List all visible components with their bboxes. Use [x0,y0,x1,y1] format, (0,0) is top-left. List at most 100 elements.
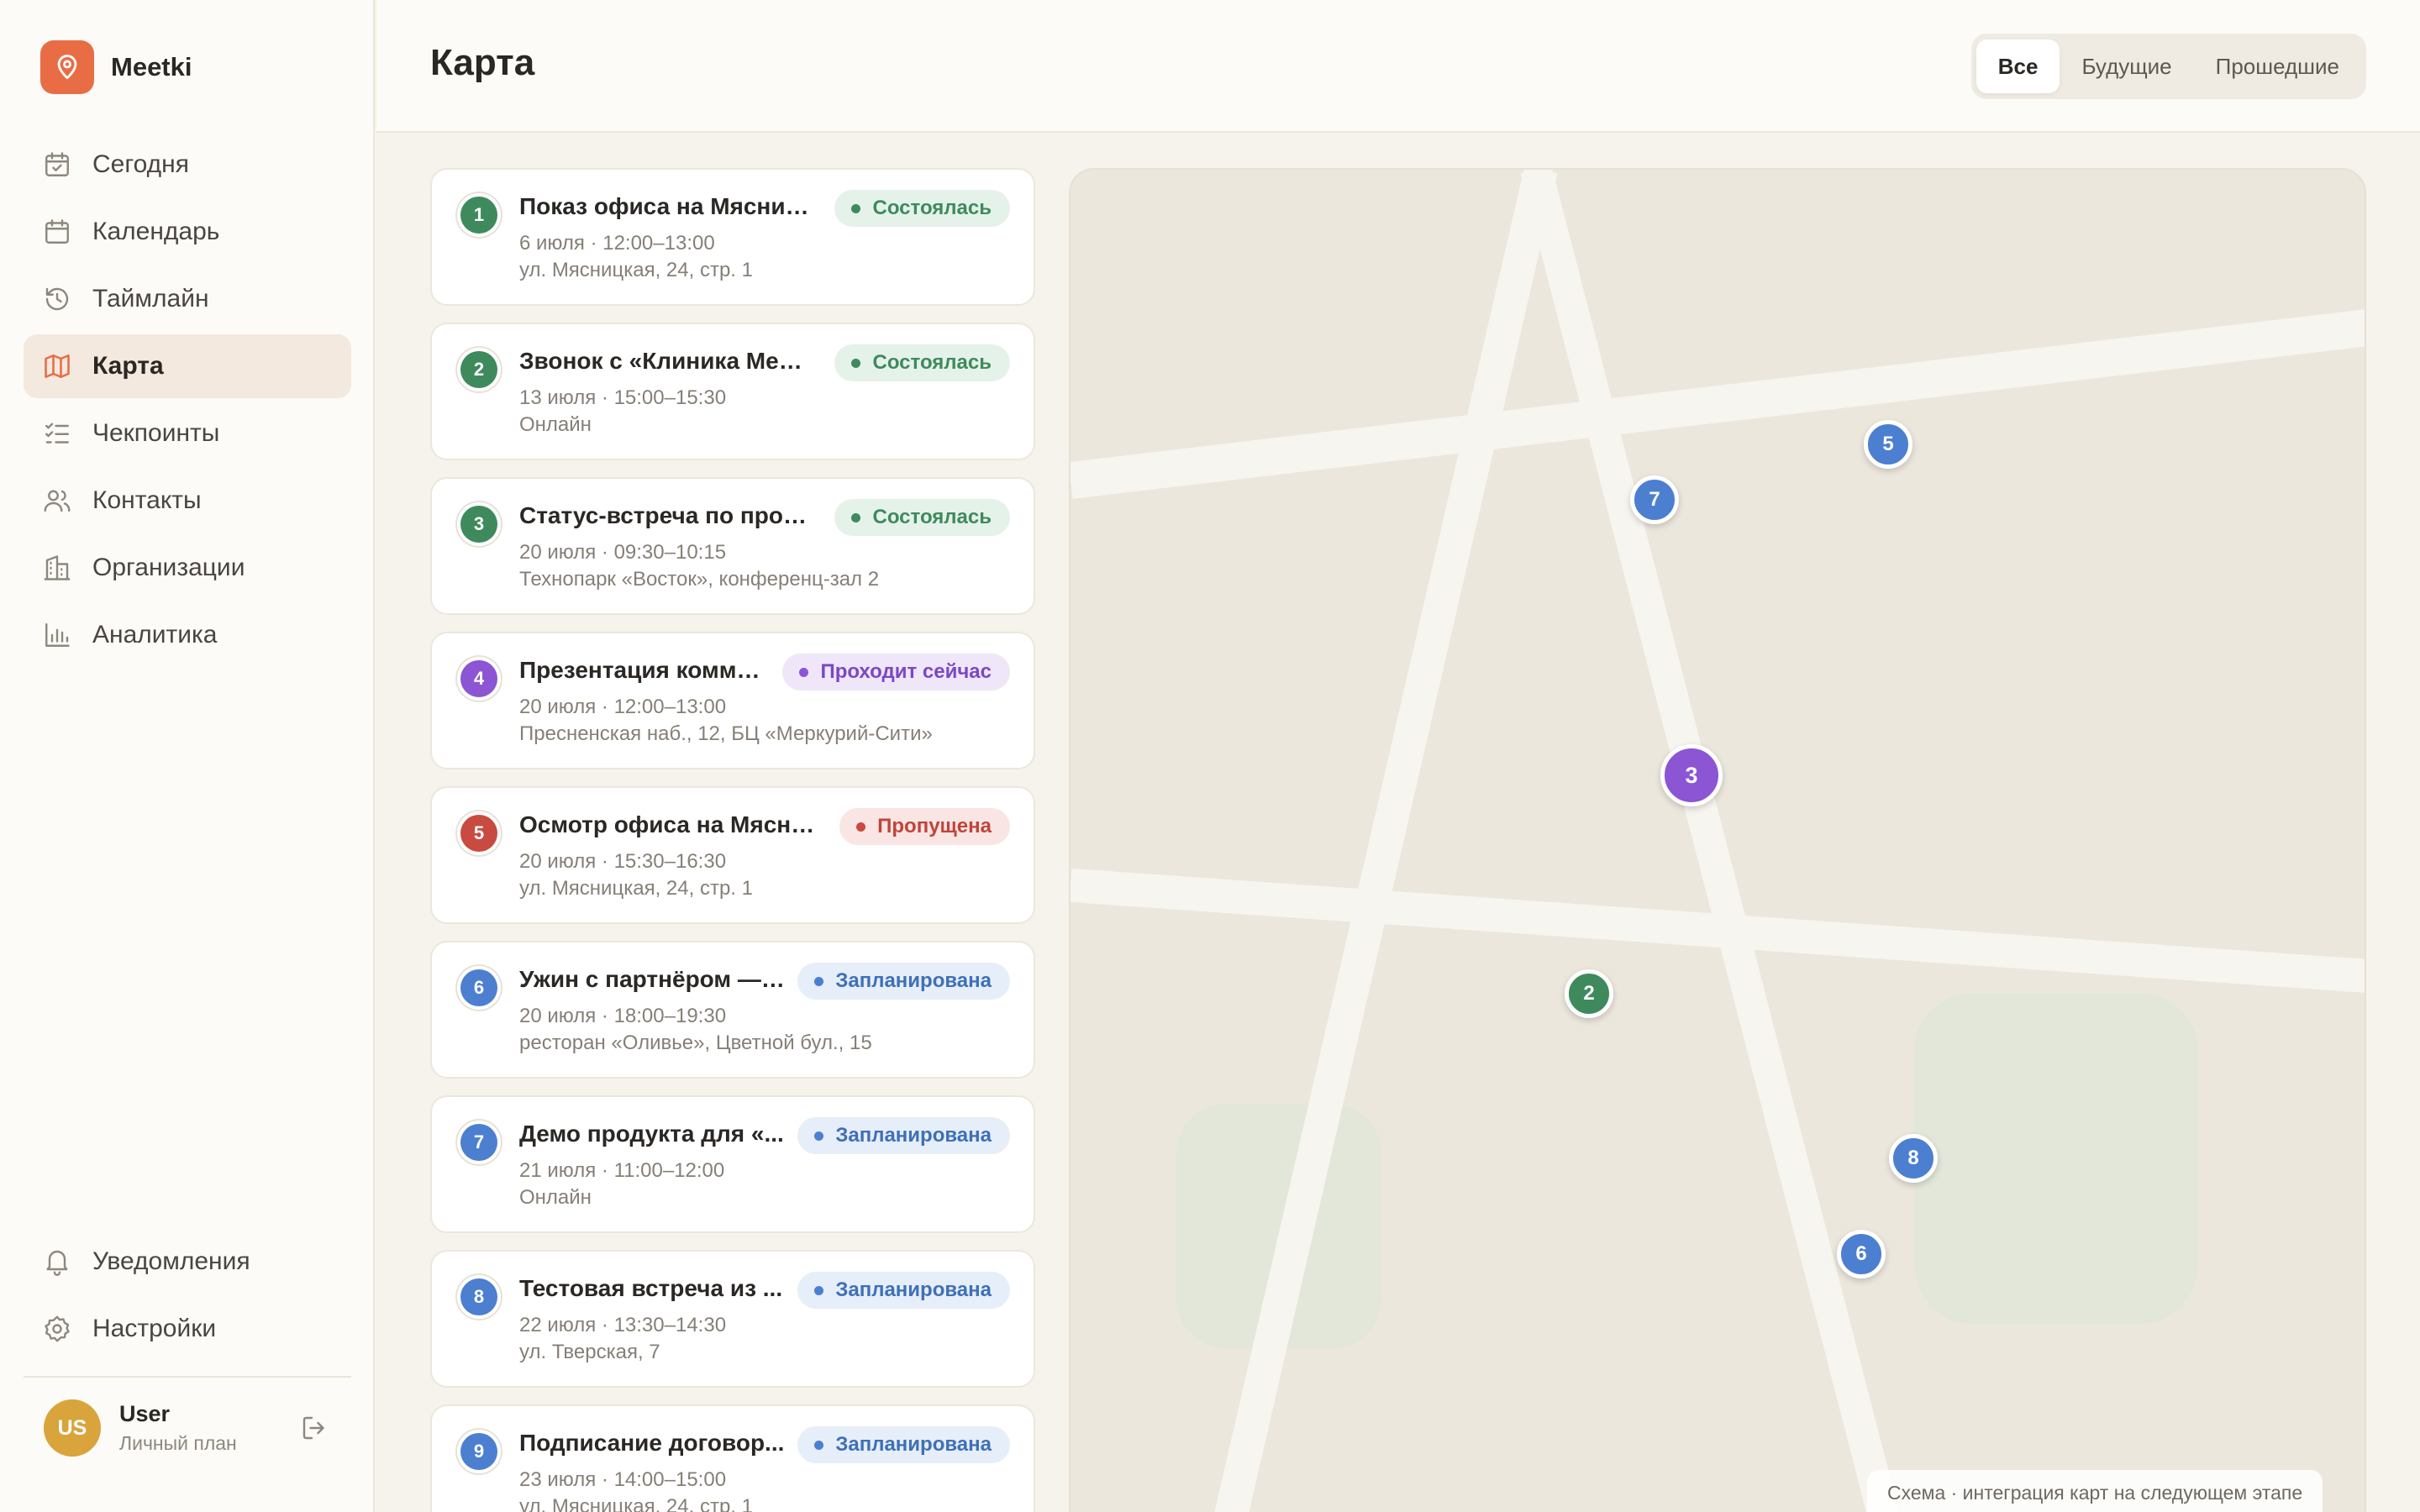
event-card[interactable]: 6 Ужин с партнёром — о... 20 июля · 18:0… [430,941,1035,1079]
page-title: Карта [430,42,535,83]
event-card[interactable]: 3 Статус-встреча по проек... 20 июля · 0… [430,477,1035,615]
event-time: 20 июля · 12:00–13:00 [519,696,727,718]
event-card[interactable]: 1 Показ офиса на Мясницк... 6 июля · 12:… [430,168,1035,306]
filter-all-button[interactable]: Все [1975,39,2060,93]
event-card[interactable]: 7 Демо продукта для «... 21 июля · 11:00… [430,1095,1035,1233]
event-place: ул. Мясницкая, 24, стр. 1 [519,1495,753,1512]
status-dot [814,1440,824,1450]
event-number: 3 [460,506,497,543]
event-number: 2 [460,351,497,388]
event-number: 1 [460,197,497,234]
status-dot [856,822,866,832]
map-pin[interactable]: 3 [1660,744,1723,806]
event-title: Тестовая встреча из ... [519,1275,783,1301]
brand[interactable]: Meetki [40,40,192,94]
sidebar-item-notifications[interactable]: Уведомления [24,1230,351,1294]
sidebar-item-settings[interactable]: Настройки [24,1297,351,1361]
filter-past-button[interactable]: Прошедшие [2194,39,2361,93]
status-badge: Состоялась [834,499,1010,536]
sidebar-item-label: Контакты [92,486,202,514]
bell-icon [46,1250,68,1276]
status-label: Пропущена [877,815,992,837]
sidebar-item-analytics[interactable]: Аналитика [24,603,351,667]
time-filter: Все Будущие Прошедшие [1970,34,2366,99]
event-number: 5 [460,815,497,852]
status-dot [814,1285,824,1295]
event-time: 20 июля · 09:30–10:15 [519,541,727,564]
sidebar-item-today[interactable]: Сегодня [24,133,351,197]
map-pin[interactable]: 6 [1837,1230,1886,1278]
users-icon [44,490,71,512]
map-pin[interactable]: 5 [1864,420,1912,469]
sidebar-item-label: Аналитика [92,621,218,648]
event-title: Подписание договор... [519,1430,785,1456]
event-title: Показ офиса на Мясницк... [519,193,813,219]
event-time: 22 июля · 13:30–14:30 [519,1314,727,1336]
map-view[interactable]: 5 7 3 2 8 6 Схема · интеграция карт на с… [1069,168,2366,1512]
event-card[interactable]: 4 Презентация комме... 20 июля · 12:00–1… [430,632,1035,769]
sidebar-bottom-nav: Уведомления Настройки [24,1230,351,1364]
app-name: Meetki [111,52,192,81]
event-time: 21 июля · 11:00–12:00 [519,1159,725,1182]
sidebar-item-label: Таймлайн [92,285,209,312]
status-dot [851,512,861,522]
event-title: Статус-встреча по проек... [519,502,813,528]
sidebar-item-organizations[interactable]: Организации [24,536,351,600]
calendar-icon [45,219,69,244]
map-background [1071,170,2365,1512]
map-pin[interactable]: 8 [1889,1134,1938,1183]
status-badge: Запланирована [797,963,1010,1000]
status-dot [814,976,824,986]
status-badge: Запланирована [797,1426,1010,1463]
status-label: Состоялась [872,351,992,374]
status-label: Проходит сейчас [820,660,992,683]
map-pin[interactable]: 2 [1565,969,1613,1018]
event-card[interactable]: 8 Тестовая встреча из ... 22 июля · 13:3… [430,1250,1035,1388]
event-time: 23 июля · 14:00–15:00 [519,1468,727,1491]
sidebar-item-checkpoints[interactable]: Чекпоинты [24,402,351,465]
event-card[interactable]: 9 Подписание договор... 23 июля · 14:00–… [430,1404,1035,1512]
divider [24,1376,351,1378]
user-profile[interactable]: US User Личный план [44,1399,329,1457]
event-place: Технопарк «Восток», конференц-зал 2 [519,568,880,591]
checklist-icon [45,423,69,444]
filter-future-button[interactable]: Будущие [2060,39,2193,93]
event-place: Онлайн [519,413,592,436]
status-dot [799,667,809,677]
event-title: Презентация комме... [519,657,763,683]
gear-icon [45,1315,70,1342]
sidebar-item-map[interactable]: Карта [24,334,351,398]
event-time: 20 июля · 18:00–19:30 [519,1005,727,1027]
sidebar-item-calendar[interactable]: Календарь [24,200,351,264]
status-label: Запланирована [835,969,992,992]
event-time: 13 июля · 15:00–15:30 [519,386,727,409]
status-dot [814,1131,824,1141]
building-icon [44,555,71,580]
status-label: Запланирована [835,1433,992,1456]
event-card[interactable]: 2 Звонок с «Клиника Мед+» 13 июля · 15:0… [430,323,1035,460]
event-title: Осмотр офиса на Мясниц... [519,811,822,837]
history-icon [45,287,69,311]
sidebar-item-label: Организации [92,554,245,581]
event-place: ул. Мясницкая, 24, стр. 1 [519,877,753,900]
status-label: Состоялась [872,506,992,528]
event-card[interactable]: 5 Осмотр офиса на Мясниц... 20 июля · 15… [430,786,1035,924]
status-badge: Состоялась [834,344,1010,381]
sidebar-item-contacts[interactable]: Контакты [24,469,351,533]
map-pin[interactable]: 7 [1630,475,1679,524]
event-number: 9 [460,1433,497,1470]
logout-icon[interactable] [299,1413,329,1443]
status-badge: Пропущена [839,808,1010,845]
sidebar-item-label: Сегодня [92,150,189,178]
status-label: Запланирована [835,1278,992,1301]
status-badge: Запланирована [797,1117,1010,1154]
event-list: 1 Показ офиса на Мясницк... 6 июля · 12:… [430,168,1035,1512]
user-name: User [119,1401,171,1426]
event-title: Звонок с «Клиника Мед+» [519,348,813,374]
event-time: 20 июля · 15:30–16:30 [519,850,727,873]
map-icon [45,354,70,379]
sidebar-item-timeline[interactable]: Таймлайн [24,267,351,331]
sidebar-item-label: Уведомления [92,1247,250,1275]
status-badge: Состоялась [834,190,1010,227]
user-plan: Личный план [119,1432,237,1454]
